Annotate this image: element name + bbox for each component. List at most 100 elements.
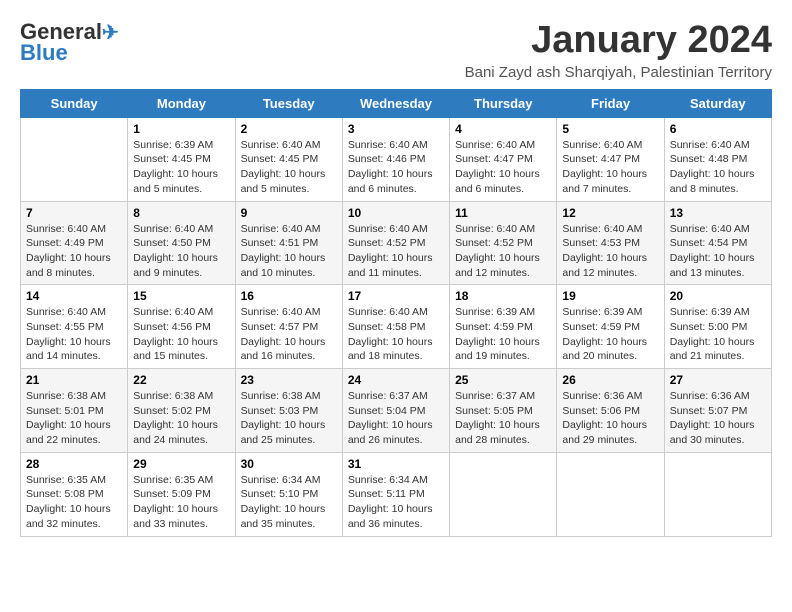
day-info: Sunrise: 6:36 AMSunset: 5:06 PMDaylight:… <box>562 389 658 448</box>
day-cell <box>450 452 557 536</box>
day-cell <box>21 117 128 201</box>
calendar-table: SundayMondayTuesdayWednesdayThursdayFrid… <box>20 89 772 537</box>
day-number: 10 <box>348 206 444 220</box>
day-number: 12 <box>562 206 658 220</box>
day-number: 20 <box>670 289 766 303</box>
day-cell: 24Sunrise: 6:37 AMSunset: 5:04 PMDayligh… <box>342 369 449 453</box>
day-info: Sunrise: 6:40 AMSunset: 4:54 PMDaylight:… <box>670 222 766 281</box>
day-cell: 26 Sunrise: 6:36 AMSunset: 5:06 PMDayligh… <box>557 369 664 453</box>
day-number: 2 <box>241 122 337 136</box>
day-info: Sunrise: 6:40 AMSunset: 4:51 PMDaylight:… <box>241 222 337 281</box>
calendar-header-row: SundayMondayTuesdayWednesdayThursdayFrid… <box>21 89 772 117</box>
day-info: Sunrise: 6:40 AMSunset: 4:48 PMDaylight:… <box>670 138 766 197</box>
day-info: Sunrise: 6:39 AMSunset: 5:00 PMDaylight:… <box>670 305 766 364</box>
day-number: 23 <box>241 373 337 387</box>
day-info: Sunrise: 6:35 AMSunset: 5:09 PMDaylight:… <box>133 473 229 532</box>
day-cell: 16 Sunrise: 6:40 AMSunset: 4:57 PMDayligh… <box>235 285 342 369</box>
day-cell: 17 Sunrise: 6:40 AMSunset: 4:58 PMDayligh… <box>342 285 449 369</box>
header-friday: Friday <box>557 89 664 117</box>
page-header: General✈ Blue January 2024 Bani Zayd ash… <box>20 20 772 81</box>
day-number: 19 <box>562 289 658 303</box>
day-cell: 9 Sunrise: 6:40 AMSunset: 4:51 PMDaylight… <box>235 201 342 285</box>
day-info: Sunrise: 6:40 AMSunset: 4:52 PMDaylight:… <box>348 222 444 281</box>
day-number: 4 <box>455 122 551 136</box>
day-cell: 15 Sunrise: 6:40 AMSunset: 4:56 PMDayligh… <box>128 285 235 369</box>
day-cell: 5 Sunrise: 6:40 AMSunset: 4:47 PMDaylight… <box>557 117 664 201</box>
day-info: Sunrise: 6:34 AMSunset: 5:11 PMDaylight:… <box>348 473 444 532</box>
day-info: Sunrise: 6:39 AMSunset: 4:59 PMDaylight:… <box>455 305 551 364</box>
day-info: Sunrise: 6:40 AMSunset: 4:56 PMDaylight:… <box>133 305 229 364</box>
day-cell: 14Sunrise: 6:40 AMSunset: 4:55 PMDayligh… <box>21 285 128 369</box>
header-wednesday: Wednesday <box>342 89 449 117</box>
day-cell: 10 Sunrise: 6:40 AMSunset: 4:52 PMDayligh… <box>342 201 449 285</box>
day-info: Sunrise: 6:38 AMSunset: 5:02 PMDaylight:… <box>133 389 229 448</box>
day-number: 17 <box>348 289 444 303</box>
day-cell: 27 Sunrise: 6:36 AMSunset: 5:07 PMDayligh… <box>664 369 771 453</box>
day-number: 15 <box>133 289 229 303</box>
header-saturday: Saturday <box>664 89 771 117</box>
day-info: Sunrise: 6:40 AMSunset: 4:50 PMDaylight:… <box>133 222 229 281</box>
day-number: 31 <box>348 457 444 471</box>
day-number: 18 <box>455 289 551 303</box>
day-cell: 21 Sunrise: 6:38 AMSunset: 5:01 PMDayligh… <box>21 369 128 453</box>
day-cell: 13 Sunrise: 6:40 AMSunset: 4:54 PMDayligh… <box>664 201 771 285</box>
day-cell: 8 Sunrise: 6:40 AMSunset: 4:50 PMDaylight… <box>128 201 235 285</box>
day-number: 3 <box>348 122 444 136</box>
header-monday: Monday <box>128 89 235 117</box>
day-info: Sunrise: 6:37 AMSunset: 5:04 PMDaylight:… <box>348 389 444 448</box>
day-number: 22 <box>133 373 229 387</box>
day-cell: 19 Sunrise: 6:39 AMSunset: 4:59 PMDayligh… <box>557 285 664 369</box>
day-number: 30 <box>241 457 337 471</box>
week-row-2: 7Sunrise: 6:40 AMSunset: 4:49 PMDaylight… <box>21 201 772 285</box>
day-cell <box>664 452 771 536</box>
day-cell: 25 Sunrise: 6:37 AMSunset: 5:05 PMDayligh… <box>450 369 557 453</box>
day-info: Sunrise: 6:40 AMSunset: 4:47 PMDaylight:… <box>562 138 658 197</box>
week-row-4: 21 Sunrise: 6:38 AMSunset: 5:01 PMDayligh… <box>21 369 772 453</box>
logo-bird-icon: ✈ <box>102 22 119 44</box>
day-cell: 7Sunrise: 6:40 AMSunset: 4:49 PMDaylight… <box>21 201 128 285</box>
day-cell: 22 Sunrise: 6:38 AMSunset: 5:02 PMDayligh… <box>128 369 235 453</box>
day-info: Sunrise: 6:40 AMSunset: 4:58 PMDaylight:… <box>348 305 444 364</box>
day-info: Sunrise: 6:37 AMSunset: 5:05 PMDaylight:… <box>455 389 551 448</box>
day-number: 13 <box>670 206 766 220</box>
day-cell: 23 Sunrise: 6:38 AMSunset: 5:03 PMDayligh… <box>235 369 342 453</box>
day-number: 1 <box>133 122 229 136</box>
day-info: Sunrise: 6:36 AMSunset: 5:07 PMDaylight:… <box>670 389 766 448</box>
day-cell: 6 Sunrise: 6:40 AMSunset: 4:48 PMDaylight… <box>664 117 771 201</box>
day-info: Sunrise: 6:35 AMSunset: 5:08 PMDaylight:… <box>26 473 122 532</box>
day-number: 11 <box>455 206 551 220</box>
day-number: 25 <box>455 373 551 387</box>
day-info: Sunrise: 6:40 AMSunset: 4:53 PMDaylight:… <box>562 222 658 281</box>
day-info: Sunrise: 6:38 AMSunset: 5:01 PMDaylight:… <box>26 389 122 448</box>
day-cell: 3Sunrise: 6:40 AMSunset: 4:46 PMDaylight… <box>342 117 449 201</box>
day-info: Sunrise: 6:40 AMSunset: 4:52 PMDaylight:… <box>455 222 551 281</box>
month-title: January 2024 <box>465 20 772 62</box>
day-number: 7 <box>26 206 122 220</box>
day-number: 5 <box>562 122 658 136</box>
day-number: 6 <box>670 122 766 136</box>
day-info: Sunrise: 6:40 AMSunset: 4:57 PMDaylight:… <box>241 305 337 364</box>
day-info: Sunrise: 6:39 AMSunset: 4:45 PMDaylight:… <box>133 138 229 197</box>
day-number: 14 <box>26 289 122 303</box>
header-thursday: Thursday <box>450 89 557 117</box>
day-cell: 20 Sunrise: 6:39 AMSunset: 5:00 PMDayligh… <box>664 285 771 369</box>
day-info: Sunrise: 6:38 AMSunset: 5:03 PMDaylight:… <box>241 389 337 448</box>
day-number: 16 <box>241 289 337 303</box>
week-row-3: 14Sunrise: 6:40 AMSunset: 4:55 PMDayligh… <box>21 285 772 369</box>
day-number: 9 <box>241 206 337 220</box>
day-info: Sunrise: 6:34 AMSunset: 5:10 PMDaylight:… <box>241 473 337 532</box>
logo-blue: Blue <box>20 40 68 66</box>
day-number: 26 <box>562 373 658 387</box>
day-number: 8 <box>133 206 229 220</box>
location-title: Bani Zayd ash Sharqiyah, Palestinian Ter… <box>465 64 772 81</box>
day-info: Sunrise: 6:40 AMSunset: 4:45 PMDaylight:… <box>241 138 337 197</box>
day-number: 21 <box>26 373 122 387</box>
day-cell: 12 Sunrise: 6:40 AMSunset: 4:53 PMDayligh… <box>557 201 664 285</box>
header-sunday: Sunday <box>21 89 128 117</box>
day-info: Sunrise: 6:39 AMSunset: 4:59 PMDaylight:… <box>562 305 658 364</box>
day-number: 27 <box>670 373 766 387</box>
logo: General✈ Blue <box>20 20 119 66</box>
day-cell: 28Sunrise: 6:35 AMSunset: 5:08 PMDayligh… <box>21 452 128 536</box>
day-cell: 11 Sunrise: 6:40 AMSunset: 4:52 PMDayligh… <box>450 201 557 285</box>
title-section: January 2024 Bani Zayd ash Sharqiyah, Pa… <box>465 20 772 81</box>
